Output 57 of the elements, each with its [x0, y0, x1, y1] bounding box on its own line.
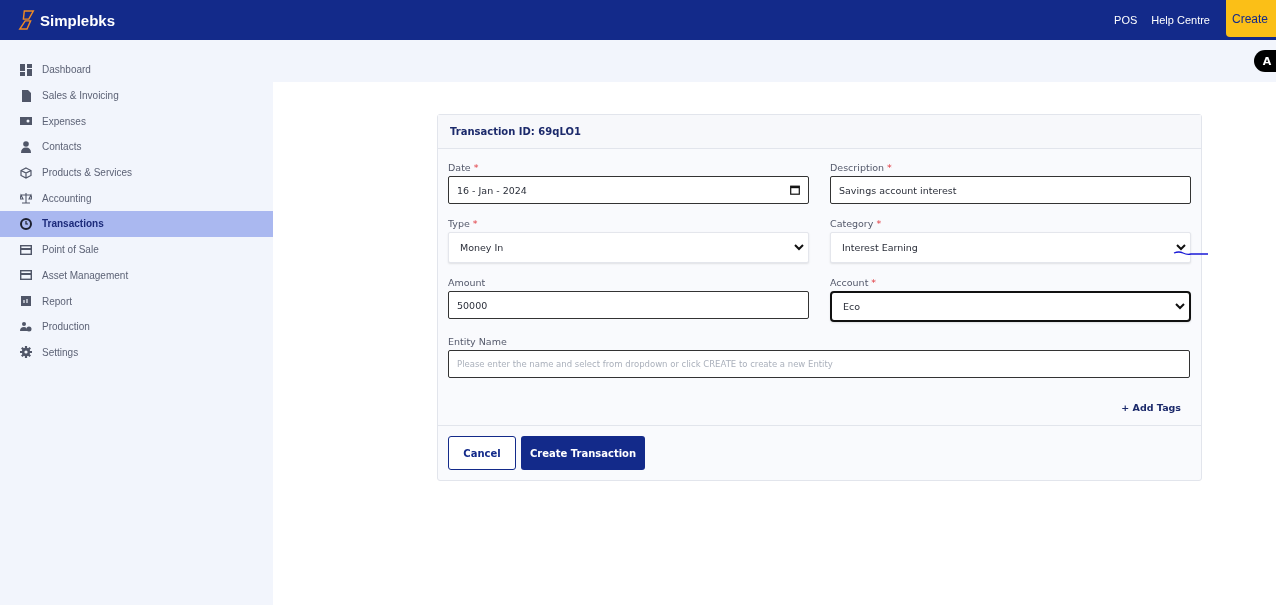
field-label: Account — [830, 276, 869, 288]
dropdown[interactable]: Money In — [448, 232, 809, 263]
chevron-icon — [794, 244, 804, 251]
people-icon — [20, 320, 32, 333]
transaction-id: Transaction ID: 69qLO1 — [450, 126, 581, 137]
create-button[interactable]: Create — [1226, 0, 1276, 37]
sidebar-item[interactable]: Point of Sale — [0, 236, 273, 263]
required-mark: * — [871, 276, 877, 288]
required-mark: * — [876, 217, 882, 229]
sidebar-item[interactable]: Expenses — [0, 108, 273, 135]
field-label: Date — [448, 161, 471, 173]
calendar-icon — [790, 185, 800, 195]
required-mark: * — [887, 161, 892, 173]
logo-icon — [18, 9, 36, 31]
cash-icon — [20, 115, 32, 128]
add-tags-link[interactable]: + Add Tags — [1121, 402, 1181, 413]
dropdown[interactable]: Eco — [830, 291, 1191, 322]
ink-stroke — [1173, 251, 1209, 257]
sidebar-item[interactable]: Contacts — [0, 134, 273, 160]
date-field[interactable]: 16 - Jan - 2024 — [448, 176, 809, 204]
field-label: Description — [830, 161, 885, 173]
card-icon — [20, 243, 32, 256]
sidebar-item[interactable]: Products & Services — [0, 159, 273, 186]
create-transaction-button[interactable]: Create Transaction — [521, 436, 645, 470]
box-icon — [20, 166, 32, 179]
sidebar-item[interactable]: Production — [0, 313, 273, 340]
sidebar-item[interactable]: Dashboard — [0, 57, 273, 83]
text-field[interactable]: 50000 — [448, 291, 809, 319]
dashboard-icon — [20, 63, 32, 76]
brand-name: Simplebks — [40, 11, 116, 29]
field-label: Amount — [448, 276, 486, 288]
sidebar-item[interactable]: Report — [0, 288, 273, 314]
sidebar-item[interactable]: Asset Management — [0, 262, 273, 289]
required-mark: * — [472, 217, 478, 229]
nav-link[interactable]: POS — [1114, 14, 1138, 26]
required-mark: * — [473, 161, 479, 173]
chevron-icon — [1176, 244, 1186, 251]
sidebar-item[interactable]: Accounting — [0, 185, 273, 212]
field-label: Entity Name — [448, 335, 507, 347]
report-icon — [20, 295, 32, 308]
cancel-button[interactable]: Cancel — [448, 436, 516, 470]
scale-icon — [20, 192, 32, 205]
avatar[interactable]: A — [1254, 50, 1276, 72]
sidebar-item[interactable]: Settings — [0, 339, 273, 366]
card-icon — [20, 269, 32, 282]
clock-icon — [20, 217, 32, 230]
file-icon — [20, 89, 32, 102]
dropdown[interactable]: Interest Earning — [830, 232, 1191, 263]
nav-link[interactable]: Help Centre — [1151, 14, 1210, 26]
sidebar-item[interactable]: Transactions — [0, 211, 273, 237]
gear-icon — [20, 346, 32, 359]
text-field[interactable]: Savings account interest — [830, 176, 1191, 204]
sidebar-item[interactable]: Sales & Invoicing — [0, 82, 273, 109]
field-label: Category — [830, 217, 874, 229]
person-icon — [20, 140, 32, 153]
chevron-icon — [1175, 303, 1185, 310]
field-label: Type — [448, 217, 470, 229]
